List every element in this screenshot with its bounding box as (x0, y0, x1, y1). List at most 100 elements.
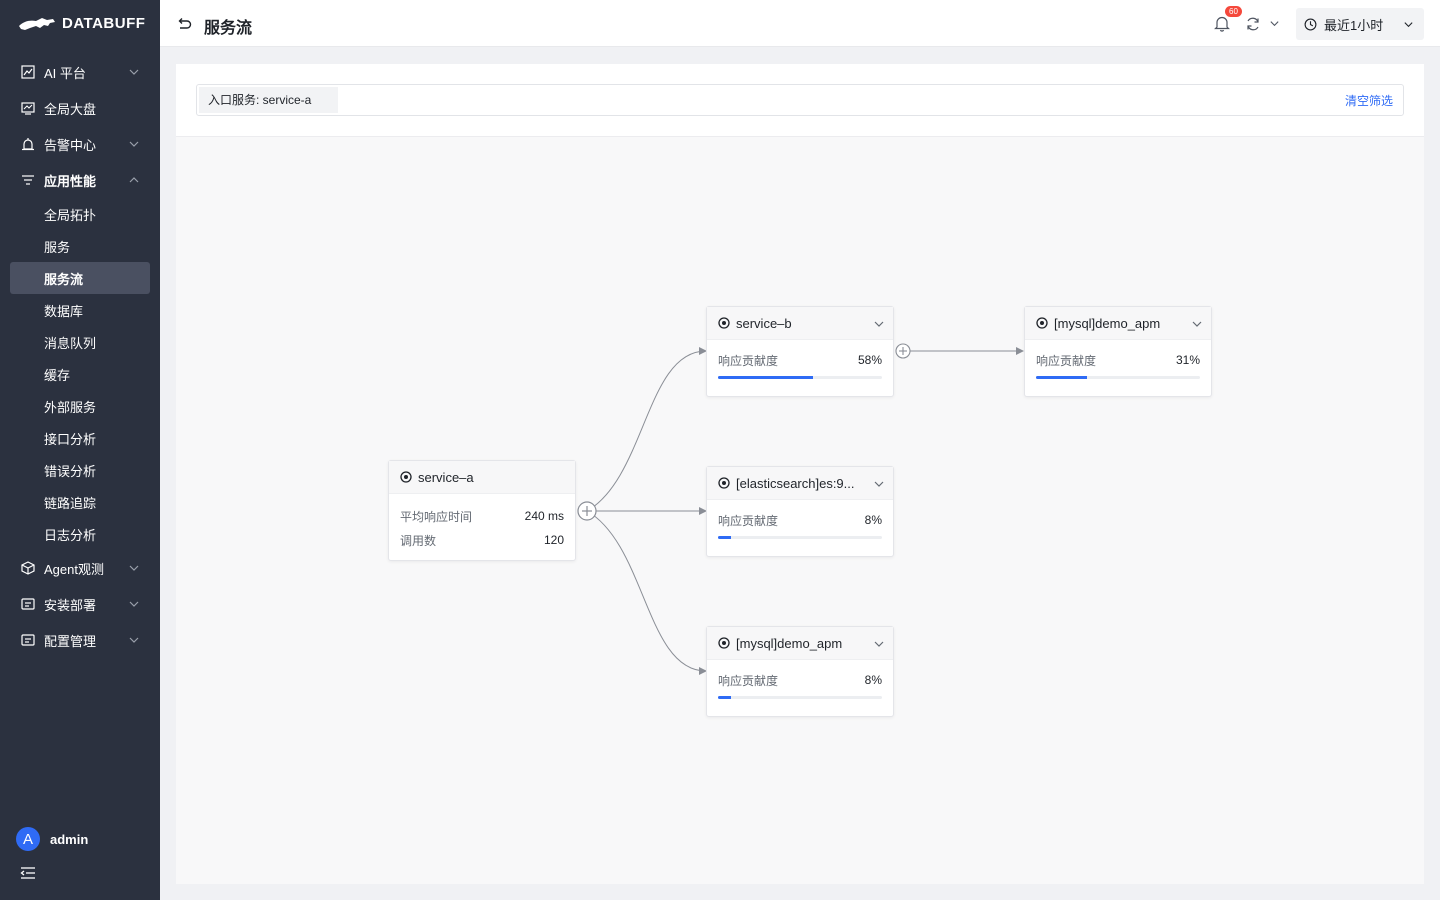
edge-a-to-mysql (586, 510, 707, 675)
node-header: service–b (707, 307, 893, 340)
contribution-bar (718, 696, 882, 699)
alarm-icon (20, 136, 36, 152)
metric-value: 120 (543, 533, 564, 547)
metric-label: 响应贡献度 (718, 673, 779, 688)
contribution-bar (718, 376, 882, 379)
sidebar-nav: AI 平台 全局大盘 告警中心 应用性能 全局拓扑 服务 服务流 数据库 消息队… (0, 54, 160, 658)
chevron-down-icon (129, 565, 139, 571)
metric-row: 响应贡献度 8% (718, 508, 882, 532)
chevron-down-icon (129, 141, 139, 147)
collapse-sidebar-icon[interactable] (20, 866, 36, 880)
chevron-down-icon[interactable] (873, 638, 885, 650)
page-title: 服务流 (204, 20, 253, 37)
sidebar-subitem-database[interactable]: 数据库 (0, 294, 160, 326)
contribution-bar-fill (1036, 376, 1087, 379)
chevron-down-icon (129, 601, 139, 607)
clock-icon (1304, 18, 1317, 30)
sidebar-item-label: 全局大盘 (44, 101, 97, 117)
contribution-bar-fill (718, 536, 732, 539)
metric-label: 平均响应时间 (400, 509, 473, 524)
expand-plus-icon[interactable] (577, 501, 597, 521)
filter-bar: 入口服务: service-a 清空筛选 (196, 84, 1404, 116)
target-icon (400, 471, 412, 483)
node-name: [mysql]demo_apm (736, 635, 843, 651)
node-header: [elasticsearch]es:9... (707, 467, 893, 500)
root-service-node[interactable]: service–a 平均响应时间 240 ms 调用数 120 (388, 460, 576, 561)
sidebar-subitem-cache[interactable]: 缓存 (0, 358, 160, 390)
panther-logo-icon (19, 18, 55, 30)
sidebar-subitem-message-queue[interactable]: 消息队列 (0, 326, 160, 358)
node-header: [mysql]demo_apm (707, 627, 893, 660)
node-name: [mysql]demo_apm (1054, 315, 1161, 331)
sidebar-subitem-trace[interactable]: 链路追踪 (0, 486, 160, 518)
edge-a-to-b (586, 347, 707, 512)
metric-label: 响应贡献度 (718, 353, 779, 368)
chevron-down-icon[interactable] (873, 478, 885, 490)
top-header: 服务流 60 最近1小时 (160, 0, 1440, 47)
node-header: service–a (389, 461, 575, 494)
brand-name: DATABUFF (62, 14, 146, 32)
sidebar-item-alarm-center[interactable]: 告警中心 (0, 126, 160, 162)
sidebar-subitem-global-topology[interactable]: 全局拓扑 (0, 198, 160, 230)
node-name: [elasticsearch]es:9... (736, 475, 855, 491)
node-header: [mysql]demo_apm (1025, 307, 1211, 340)
sidebar-item-label: 告警中心 (44, 137, 97, 153)
filter-icon (20, 172, 36, 188)
elasticsearch-node[interactable]: [elasticsearch]es:9... 响应贡献度 8% (706, 466, 894, 557)
user-menu[interactable]: A admin (16, 827, 88, 851)
metric-row: 响应贡献度 31% (1036, 348, 1200, 372)
dashboard-icon (20, 100, 36, 116)
metric-label: 响应贡献度 (1036, 353, 1097, 368)
mysql-downstream-node[interactable]: [mysql]demo_apm 响应贡献度 31% (1024, 306, 1212, 397)
chevron-down-icon[interactable] (1191, 318, 1203, 330)
sidebar-item-label: 配置管理 (44, 633, 97, 649)
sidebar-item-agent-observe[interactable]: Agent观测 (0, 550, 160, 586)
sidebar-item-global-dashboard[interactable]: 全局大盘 (0, 90, 160, 126)
bell-icon[interactable] (1214, 15, 1230, 32)
sidebar-item-install-deploy[interactable]: 安装部署 (0, 586, 160, 622)
chevron-down-icon (1404, 22, 1413, 28)
sidebar-subitem-error-analysis[interactable]: 错误分析 (0, 454, 160, 486)
contribution-percent: 8% (864, 513, 882, 527)
service-b-node[interactable]: service–b 响应贡献度 58% (706, 306, 894, 397)
sidebar-item-label: 应用性能 (44, 173, 97, 189)
time-range-value: 最近1小时 (1324, 17, 1384, 33)
sidebar-subitem-external-service[interactable]: 外部服务 (0, 390, 160, 422)
expand-plus-icon[interactable] (895, 343, 911, 359)
brand-logo[interactable]: DATABUFF (18, 12, 145, 34)
metric-label: 响应贡献度 (718, 513, 779, 528)
sidebar-subitem-service[interactable]: 服务 (0, 230, 160, 262)
sidebar-item-app-performance[interactable]: 应用性能 (0, 162, 160, 198)
contribution-bar (1036, 376, 1200, 379)
contribution-bar-fill (718, 376, 814, 379)
clear-filter-link[interactable]: 清空筛选 (1345, 92, 1393, 109)
user-name: admin (50, 831, 89, 847)
node-name: service–b (736, 315, 792, 331)
main-content: 入口服务: service-a 清空筛选 service–a 平均响应时间 24… (176, 64, 1424, 884)
refresh-interval-chevron-icon[interactable] (1269, 18, 1280, 29)
chevron-down-icon (129, 637, 139, 643)
contribution-percent: 8% (864, 673, 882, 687)
contribution-bar (718, 536, 882, 539)
metric-row: 响应贡献度 58% (718, 348, 882, 372)
sidebar-subitem-api-analysis[interactable]: 接口分析 (0, 422, 160, 454)
sidebar-item-ai-platform[interactable]: AI 平台 (0, 54, 160, 90)
sidebar-item-label: 安装部署 (44, 597, 97, 613)
sidebar-subitem-log-analysis[interactable]: 日志分析 (0, 518, 160, 550)
mysql-node[interactable]: [mysql]demo_apm 响应贡献度 8% (706, 626, 894, 717)
contribution-percent: 58% (857, 353, 882, 367)
chevron-down-icon[interactable] (873, 318, 885, 330)
cube-icon (20, 560, 36, 576)
metric-row: 调用数 120 (400, 528, 564, 552)
node-name: service–a (418, 469, 474, 485)
sidebar-subitem-service-flow[interactable]: 服务流 (10, 262, 150, 294)
service-flow-canvas[interactable]: service–a 平均响应时间 240 ms 调用数 120 service–… (176, 136, 1424, 884)
target-icon (718, 477, 730, 489)
refresh-icon[interactable] (1245, 16, 1261, 32)
contribution-percent: 31% (1175, 353, 1200, 367)
back-icon[interactable] (176, 16, 192, 32)
time-range-select[interactable]: 最近1小时 (1296, 8, 1424, 40)
chevron-up-icon (129, 177, 139, 183)
entry-service-filter-tag[interactable]: 入口服务: service-a (199, 87, 339, 113)
sidebar-item-config-manage[interactable]: 配置管理 (0, 622, 160, 658)
